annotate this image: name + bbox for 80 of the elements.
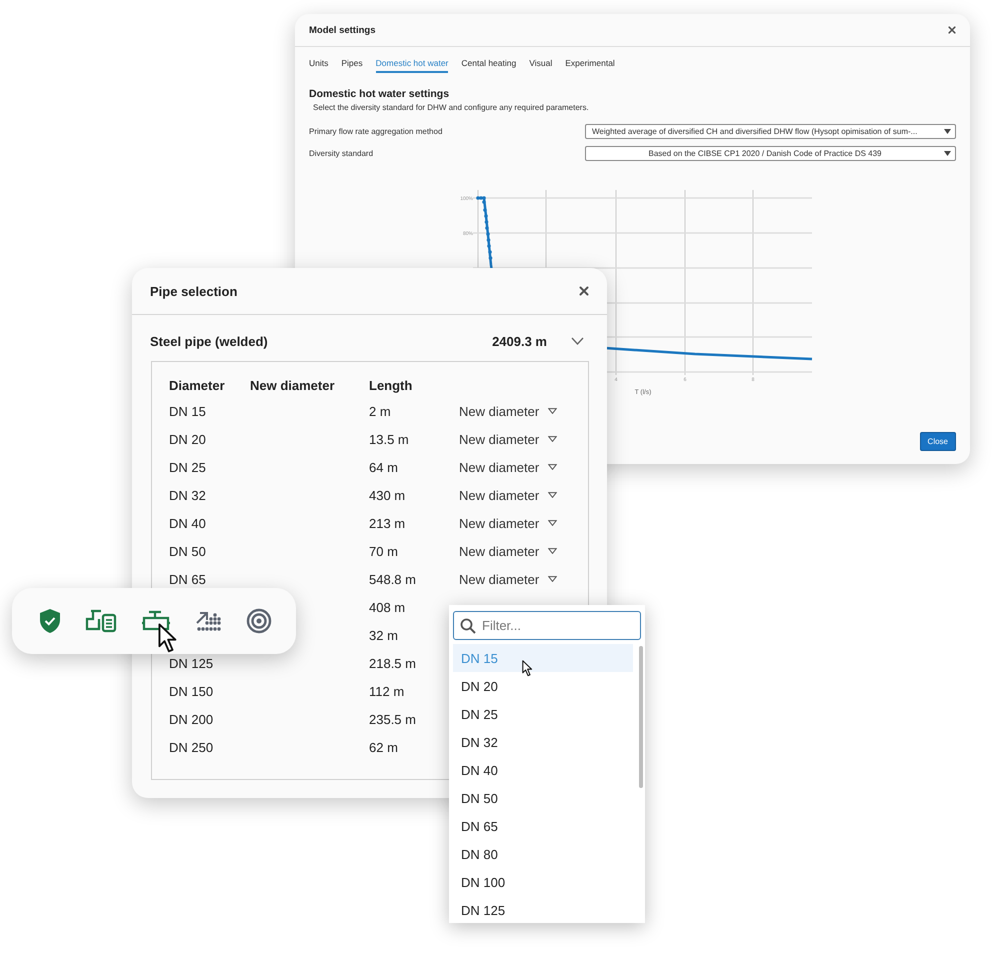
close-icon[interactable] bbox=[948, 26, 956, 34]
dialog-title: Pipe selection bbox=[150, 284, 238, 298]
table-cell-text: DN 250 bbox=[169, 740, 214, 754]
table-cell-text: DN 20 bbox=[169, 432, 207, 446]
tab[interactable]: Domestic hot water bbox=[376, 58, 448, 73]
tab[interactable]: Units bbox=[309, 58, 328, 73]
diameter-select[interactable]: New diameter bbox=[459, 544, 558, 558]
table-cell-text: 70 m bbox=[369, 544, 399, 558]
table-cell-text: DN 40 bbox=[169, 516, 207, 530]
table-cell-text: DN 150 bbox=[169, 684, 214, 698]
close-button[interactable]: Close bbox=[920, 432, 956, 451]
caret-icon bbox=[548, 576, 558, 582]
table-cell-text: 13.5 m bbox=[369, 432, 410, 446]
diameter-select[interactable]: New diameter bbox=[459, 460, 558, 474]
table-cell-text: 548.8 m bbox=[369, 572, 417, 586]
pipe-valve-icon[interactable] bbox=[141, 610, 171, 632]
table-cell-text: 64 m bbox=[369, 460, 399, 474]
pointer-cursor-icon bbox=[522, 660, 534, 677]
table-cell-text: DN 65 bbox=[169, 572, 207, 586]
arrow-dots-icon[interactable] bbox=[195, 610, 222, 632]
pipe-group-total: 2409.3 m bbox=[492, 334, 547, 348]
dropdown-option[interactable]: DN 100 bbox=[453, 868, 633, 896]
diameter-select[interactable]: New diameter bbox=[459, 516, 558, 530]
column-header: New diameter bbox=[250, 378, 336, 392]
close-icon[interactable] bbox=[579, 286, 589, 296]
dropdown-option[interactable]: DN 50 bbox=[453, 784, 633, 812]
dropdown-option[interactable]: DN 125 bbox=[453, 896, 633, 923]
table-cell-text: 408 m bbox=[369, 600, 406, 614]
diameter-select[interactable]: New diameter bbox=[459, 572, 558, 586]
table-cell-text: 430 m bbox=[369, 488, 406, 502]
caret-icon bbox=[548, 464, 558, 470]
caret-icon bbox=[548, 408, 558, 414]
tab[interactable]: Visual bbox=[529, 58, 552, 73]
diameter-select[interactable]: New diameter bbox=[459, 404, 558, 418]
table-cell-text: 62 m bbox=[369, 740, 399, 754]
column-header: Length bbox=[369, 378, 414, 392]
scrollbar[interactable] bbox=[639, 646, 643, 788]
caret-icon bbox=[944, 151, 951, 156]
table-cell-text: DN 125 bbox=[169, 656, 214, 670]
table-cell-text: 32 m bbox=[369, 628, 399, 642]
table-cell-text: 112 m bbox=[369, 684, 406, 698]
dropdown-option[interactable]: DN 20 bbox=[453, 672, 633, 700]
dropdown-option[interactable]: DN 65 bbox=[453, 812, 633, 840]
table-cell-text: DN 50 bbox=[169, 544, 207, 558]
tab[interactable]: Experimental bbox=[565, 58, 615, 73]
column-header: Diameter bbox=[169, 378, 226, 392]
dropdown-option[interactable]: DN 32 bbox=[453, 728, 633, 756]
caret-icon bbox=[548, 548, 558, 554]
shield-check-icon[interactable] bbox=[39, 608, 61, 634]
dialog-title: Model settings bbox=[309, 24, 376, 36]
caret-icon bbox=[944, 129, 951, 134]
table-cell-text: 2 m bbox=[369, 404, 392, 418]
target-icon[interactable] bbox=[246, 608, 272, 634]
caret-icon bbox=[548, 436, 558, 442]
table-cell-text: 235.5 m bbox=[369, 712, 417, 726]
tab[interactable]: Pipes bbox=[341, 58, 363, 73]
tab[interactable]: Cental heating bbox=[461, 58, 516, 73]
dropdown-field[interactable]: Weighted average of diversified CH and diversified DHW flow (Hysopt opimisation of sum-... bbox=[585, 124, 956, 139]
dropdown-option[interactable]: DN 40 bbox=[453, 756, 633, 784]
section-heading: Domestic hot water settings bbox=[309, 88, 450, 100]
table-cell-text: DN 32 bbox=[169, 488, 207, 502]
dropdown-field[interactable]: Based on the CIBSE CP1 2020 / Danish Code of Practice DS 439 bbox=[585, 146, 956, 161]
table-cell-text: DN 200 bbox=[169, 712, 214, 726]
field-label: Primary flow rate aggregation method bbox=[309, 127, 444, 136]
pipe-document-icon[interactable] bbox=[85, 609, 117, 633]
chevron-icon[interactable] bbox=[570, 337, 584, 345]
diameter-select[interactable]: New diameter bbox=[459, 488, 558, 502]
diameter-select[interactable]: New diameter bbox=[459, 432, 558, 446]
caret-icon bbox=[548, 492, 558, 498]
dropdown-option[interactable]: DN 80 bbox=[453, 840, 633, 868]
field-label: Diversity standard bbox=[309, 149, 374, 158]
table-cell-text: 213 m bbox=[369, 516, 406, 530]
section-description: Select the diversity standard for DHW and configure any required parameters. bbox=[313, 103, 590, 112]
table-cell-text: DN 15 bbox=[169, 404, 207, 418]
caret-icon bbox=[548, 520, 558, 526]
dropdown-option[interactable]: DN 25 bbox=[453, 700, 633, 728]
table-cell-text: DN 25 bbox=[169, 460, 207, 474]
filter-field[interactable]: Filter... bbox=[453, 611, 641, 640]
pipe-group-name: Steel pipe (welded) bbox=[150, 334, 269, 348]
table-cell-text: 218.5 m bbox=[369, 656, 417, 670]
